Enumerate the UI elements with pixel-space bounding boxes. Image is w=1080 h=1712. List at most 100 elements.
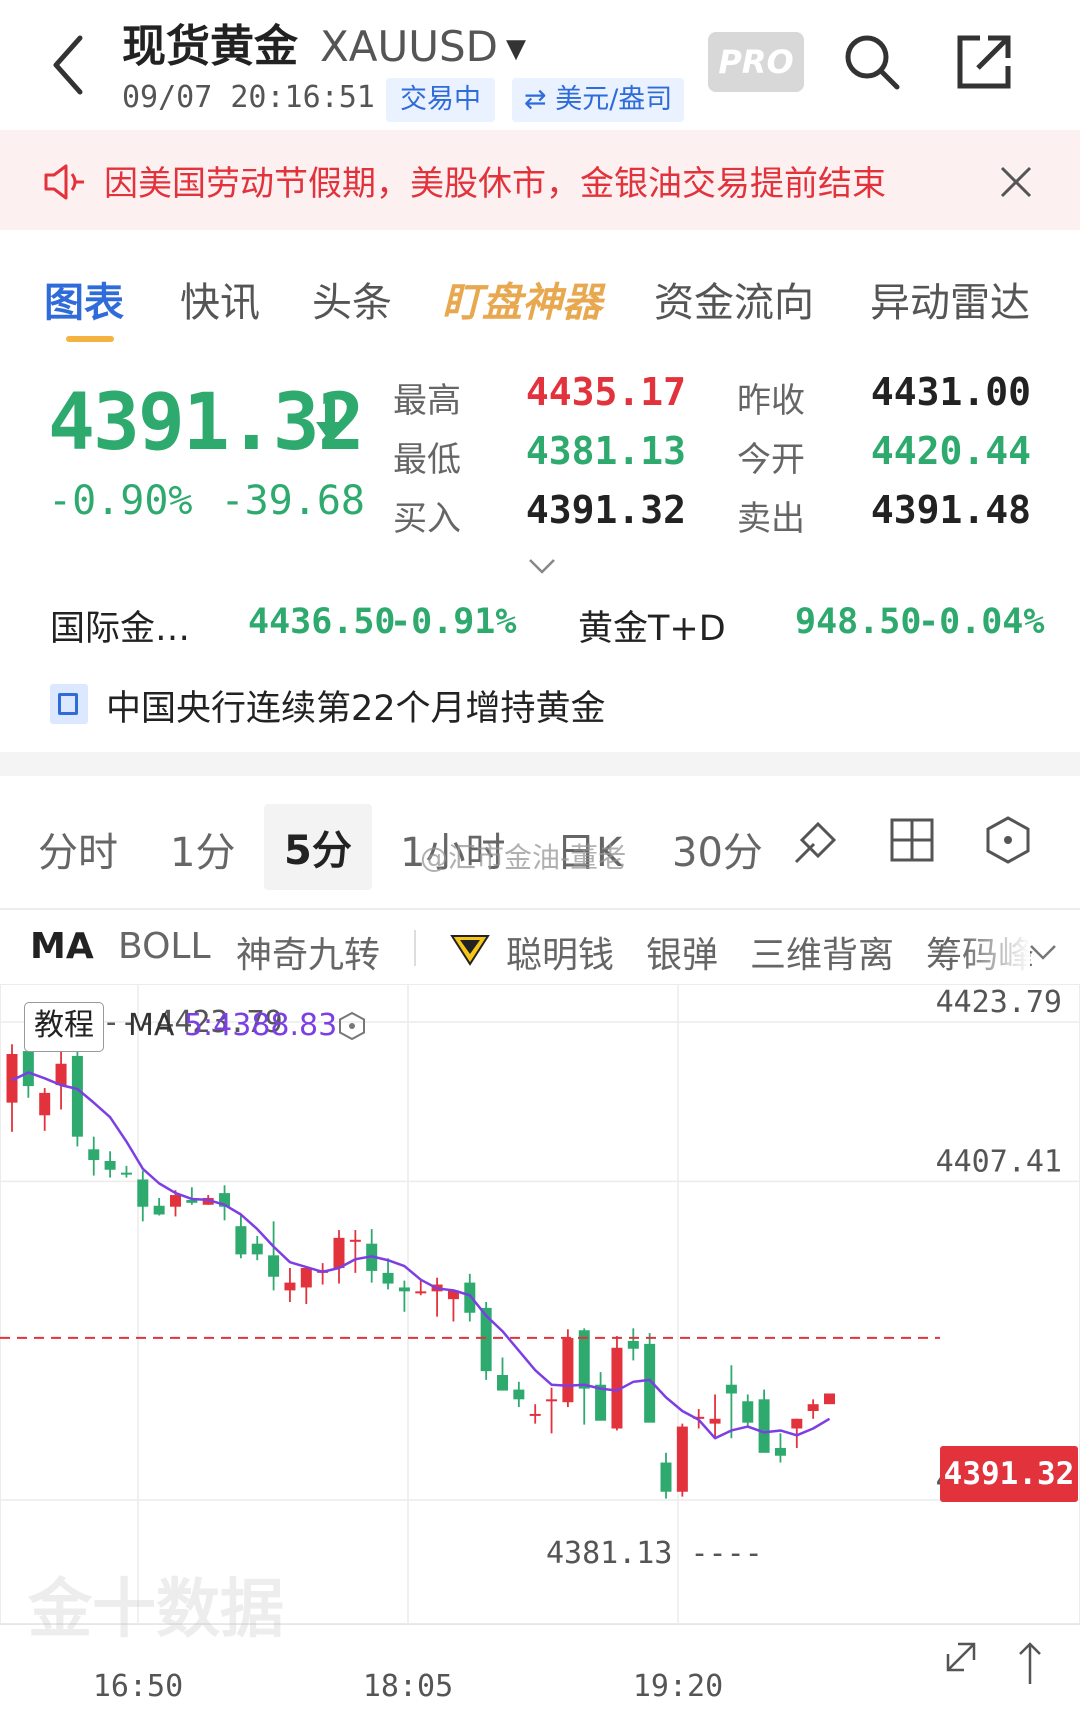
draw-tool-icon[interactable]	[792, 814, 844, 866]
tab-alert-radar[interactable]: 异动雷达	[870, 270, 1030, 328]
layout-grid-icon[interactable]	[886, 814, 938, 866]
indicator-silver-bullet[interactable]: 银弹	[646, 926, 718, 978]
last-price-tag: 4391.32	[940, 1446, 1078, 1502]
candle	[758, 1399, 770, 1453]
tab-chart[interactable]: 图表	[44, 270, 124, 328]
x-tick-label: 16:50	[93, 1669, 183, 1704]
indicator-separator	[414, 930, 416, 966]
candle	[22, 1051, 34, 1087]
active-tab-indicator	[66, 336, 114, 342]
candle	[546, 1399, 558, 1402]
scroll-up-icon[interactable]	[1019, 1642, 1041, 1684]
ma5-line	[11, 1071, 831, 1440]
candle	[415, 1291, 427, 1294]
high-value: 4435.17	[525, 370, 686, 414]
candle	[660, 1462, 672, 1492]
ma-legend-name: MA	[128, 1008, 175, 1043]
unit-toggle[interactable]: ⇄ 美元/盎司	[512, 78, 685, 122]
candle	[742, 1401, 754, 1423]
chevron-down-icon[interactable]	[1028, 942, 1058, 962]
instrument-title[interactable]: 现货黄金 XAUUSD ▼	[122, 10, 526, 74]
kline-chart[interactable]: 4423.794407.414374.65-----4423.794381.13…	[0, 984, 1080, 1712]
period-30m[interactable]: 30分	[672, 820, 763, 878]
down-arrow-icon	[316, 400, 344, 442]
candle	[251, 1243, 263, 1255]
low-value: 4381.13	[525, 429, 686, 473]
candle	[333, 1237, 345, 1269]
x-tick-label: 18:05	[363, 1669, 453, 1704]
candle	[300, 1268, 312, 1288]
speaker-icon	[44, 164, 84, 200]
low-marker: 4381.13 ----	[546, 1536, 763, 1571]
related-change: -0.91%	[390, 602, 517, 642]
dropdown-caret-icon[interactable]: ▼	[506, 34, 526, 64]
news-icon	[50, 684, 88, 724]
brand-watermark: 金十数据	[28, 1573, 284, 1647]
prev-close-value: 4431.00	[870, 370, 1031, 414]
search-icon[interactable]	[840, 30, 904, 94]
tab-monitor-tool[interactable]: 盯盘神器	[442, 270, 602, 328]
indicator-divergence[interactable]: 三维背离	[750, 926, 894, 978]
candle	[235, 1226, 247, 1255]
price-change: -0.90% -39.68	[48, 478, 365, 524]
ma-settings-icon[interactable]	[336, 1010, 368, 1042]
ask-label: 卖出	[737, 499, 805, 539]
candle	[382, 1272, 394, 1284]
prev-close-label: 昨收	[737, 381, 805, 421]
news-headline[interactable]: 中国央行连续第22个月增持黄金	[106, 680, 606, 731]
instrument-name: 现货黄金	[122, 21, 298, 72]
open-label: 今开	[737, 440, 805, 480]
period-5m[interactable]: 5分	[264, 804, 372, 890]
tab-flash[interactable]: 快讯	[180, 270, 260, 328]
fullscreen-icon[interactable]	[946, 1642, 976, 1672]
related-name[interactable]: 国际金…	[50, 600, 190, 651]
related-name[interactable]: 黄金T+D	[578, 600, 726, 651]
candle	[120, 1172, 132, 1175]
candle	[676, 1426, 688, 1492]
divider	[0, 908, 1080, 910]
period-timeshare[interactable]: 分时	[38, 820, 118, 878]
candle	[497, 1375, 508, 1391]
candle	[104, 1161, 116, 1170]
indicator-td9[interactable]: 神奇九转	[236, 926, 380, 978]
indicator-smart-money[interactable]: 聪明钱	[506, 926, 614, 978]
header: 现货黄金 XAUUSD ▼ 09/07 20:16:51 交易中 ⇄ 美元/盎司 P…	[0, 0, 1080, 130]
high-label: 最高	[393, 381, 461, 421]
detail-tabs: 图表 快讯 头条 盯盘神器 资金流向 异动雷达	[0, 262, 1080, 342]
bid-value: 4391.32	[525, 488, 686, 532]
period-1m[interactable]: 1分	[170, 820, 235, 878]
ask-value: 4391.48	[870, 488, 1031, 532]
settings-hexagon-icon[interactable]	[982, 814, 1034, 866]
pro-badge[interactable]: PRO	[708, 32, 804, 92]
candle	[627, 1340, 639, 1349]
candle	[725, 1384, 737, 1394]
notice-banner: 因美国劳动节假期，美股休市，金银油交易提前结束	[0, 130, 1080, 230]
tutorial-button[interactable]: 教程	[24, 1002, 104, 1052]
indicator-bar: MA BOLL 神奇九转 聪明钱 银弹 三维背离 筹码峰	[0, 912, 1080, 984]
share-icon[interactable]	[952, 30, 1016, 94]
change-percent: -0.90%	[48, 478, 193, 524]
indicator-ma[interactable]: MA	[30, 926, 94, 967]
indicator-boll[interactable]: BOLL	[118, 926, 211, 967]
back-arrow-icon[interactable]	[48, 30, 88, 100]
close-icon[interactable]	[996, 162, 1036, 202]
candle	[170, 1195, 181, 1207]
candle	[39, 1092, 51, 1116]
tab-capital-flow[interactable]: 资金流向	[654, 270, 814, 328]
y-tick-label: 4407.41	[936, 1144, 1062, 1179]
related-change: -0.04%	[918, 602, 1045, 642]
candle	[284, 1282, 296, 1291]
trading-status-badge: 交易中	[386, 78, 495, 122]
y-tick-label: 4423.79	[936, 985, 1062, 1020]
diamond-icon	[450, 935, 490, 966]
ma-legend: MA 5:4388.83	[128, 1008, 337, 1043]
candle	[137, 1179, 149, 1207]
candle	[824, 1393, 835, 1405]
quote-datetime: 09/07 20:16:51	[122, 80, 375, 115]
candle	[578, 1330, 590, 1389]
x-tick-label: 19:20	[633, 1669, 723, 1704]
candle	[55, 1063, 67, 1086]
candle	[153, 1205, 165, 1215]
tab-headlines[interactable]: 头条	[312, 270, 392, 328]
expand-chevron-icon[interactable]	[526, 554, 558, 578]
